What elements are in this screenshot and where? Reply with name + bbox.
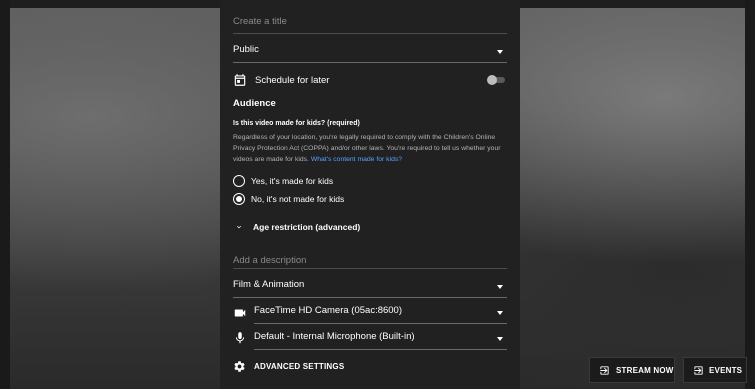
toggle-knob (487, 75, 497, 85)
radio-button-unselected[interactable] (233, 175, 245, 187)
right-edge (745, 0, 755, 389)
visibility-value: Public (233, 44, 259, 55)
videocam-icon (234, 309, 246, 317)
events-button[interactable]: EVENTS (683, 357, 747, 383)
category-value: Film & Animation (233, 279, 305, 290)
stream-now-label: STREAM NOW (616, 366, 674, 375)
schedule-row: Schedule for later (233, 72, 507, 88)
radio-button-selected[interactable] (233, 193, 245, 205)
stream-now-button[interactable]: STREAM NOW (589, 357, 675, 383)
title-field (233, 10, 507, 34)
age-restriction-label: Age restriction (advanced) (253, 222, 361, 232)
description-input[interactable] (233, 251, 507, 270)
audience-description: Regardless of your location, you're lega… (233, 132, 507, 165)
schedule-toggle[interactable] (487, 75, 507, 85)
radio-no-label: No, it's not made for kids (251, 194, 345, 204)
title-input[interactable] (233, 10, 507, 33)
schedule-label: Schedule for later (255, 75, 330, 86)
caret-down-icon (497, 285, 503, 289)
radio-yes-label: Yes, it's made for kids (251, 176, 334, 186)
advanced-settings-label: ADVANCED SETTINGS (254, 362, 345, 371)
microphone-select[interactable]: Default - Internal Microphone (Built-in) (254, 325, 507, 350)
gear-icon (234, 361, 245, 372)
left-edge (0, 0, 10, 389)
audience-heading: Audience (233, 98, 276, 109)
category-select[interactable]: Film & Animation (233, 273, 507, 298)
audience-question: Is this video made for kids? (required) (233, 120, 360, 127)
events-label: EVENTS (709, 366, 743, 375)
made-for-kids-link[interactable]: What's content made for kids? (311, 156, 402, 163)
caret-down-icon (497, 311, 503, 315)
visibility-select[interactable]: Public (233, 38, 507, 63)
microphone-value: Default - Internal Microphone (Built-in) (254, 331, 415, 342)
radio-dot (236, 196, 242, 202)
caret-down-icon (497, 50, 503, 54)
chevron-down-icon (237, 225, 241, 229)
mic-icon (235, 332, 245, 344)
login-icon (600, 366, 609, 375)
stream-setup-panel: Public Schedule for later Audience Is th… (220, 0, 520, 389)
camera-select[interactable]: FaceTime HD Camera (05ac:8600) (254, 299, 507, 324)
caret-down-icon (497, 337, 503, 341)
calendar-icon (234, 74, 246, 86)
description-field (233, 250, 507, 270)
camera-value: FaceTime HD Camera (05ac:8600) (254, 305, 403, 316)
login-icon (694, 366, 703, 375)
